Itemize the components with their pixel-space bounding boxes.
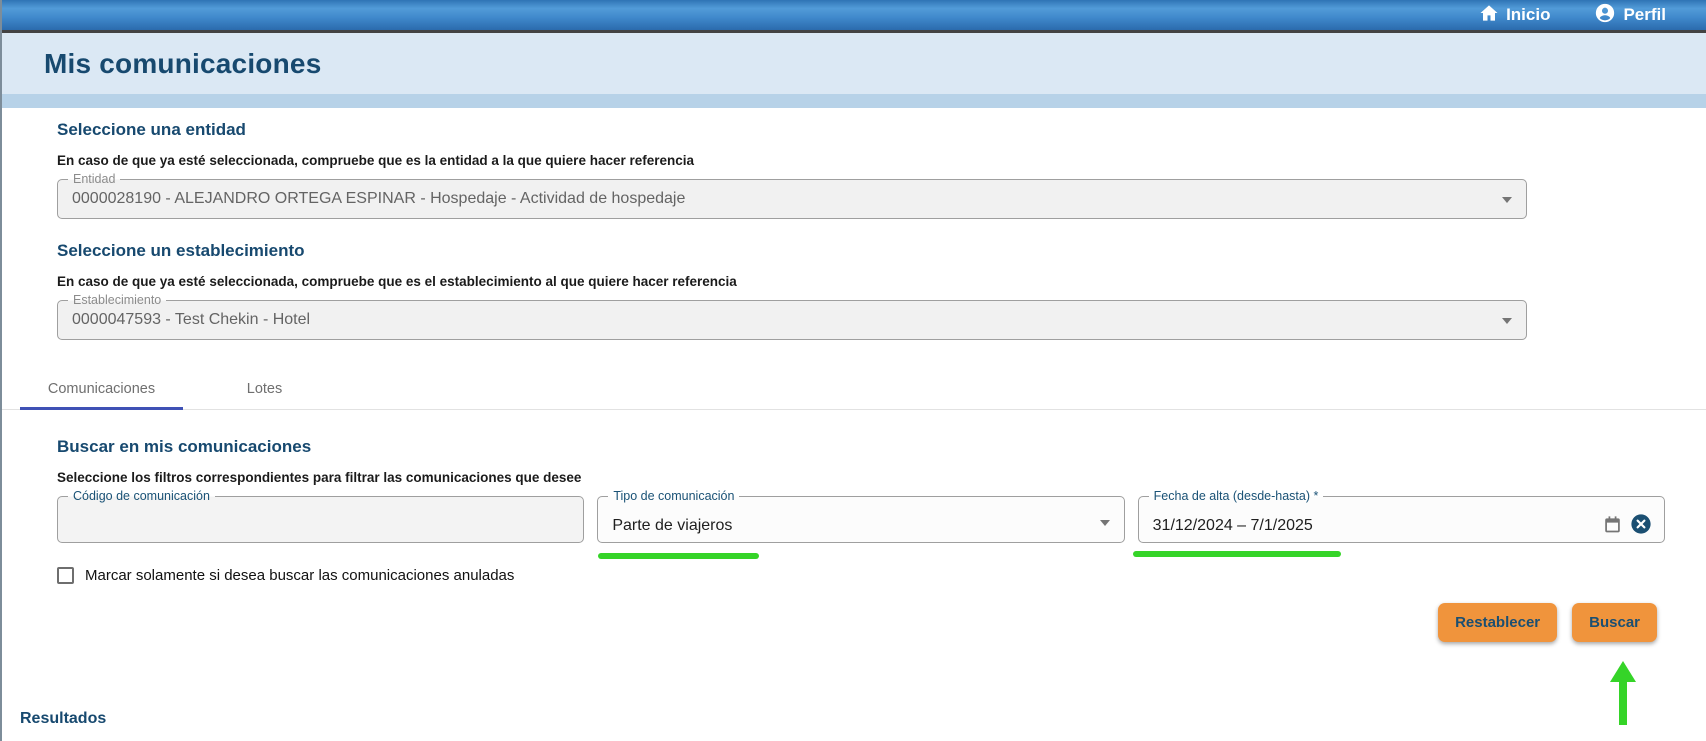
entity-select[interactable]: Entidad 0000028190 - ALEJANDRO ORTEGA ES… bbox=[57, 179, 1527, 219]
entity-section-title: Seleccione una entidad bbox=[57, 120, 1706, 140]
top-navbar: Inicio Perfil bbox=[2, 0, 1706, 33]
anuladas-checkbox-row: Marcar solamente si desea buscar las com… bbox=[57, 567, 1706, 584]
entity-select-value: 0000028190 - ALEJANDRO ORTEGA ESPINAR - … bbox=[58, 180, 1526, 218]
chevron-down-icon bbox=[1502, 197, 1512, 203]
action-buttons: Restablecer Buscar bbox=[57, 603, 1706, 642]
nav-perfil-label: Perfil bbox=[1623, 5, 1666, 25]
tipo-comunicacion-label: Tipo de comunicación bbox=[608, 488, 739, 505]
establishment-select-value: 0000047593 - Test Chekin - Hotel bbox=[58, 301, 1526, 339]
tab-comunicaciones[interactable]: Comunicaciones bbox=[20, 370, 183, 410]
tipo-comunicacion-select[interactable]: Tipo de comunicación Parte de viajeros bbox=[597, 496, 1124, 543]
nav-inicio-label: Inicio bbox=[1506, 5, 1550, 25]
restablecer-button[interactable]: Restablecer bbox=[1438, 603, 1557, 642]
header-strip bbox=[2, 94, 1706, 108]
chevron-down-icon bbox=[1100, 520, 1110, 526]
annotation-underline-fecha bbox=[1133, 551, 1341, 557]
establishment-select[interactable]: Establecimiento 0000047593 - Test Chekin… bbox=[57, 300, 1527, 340]
establishment-select-label: Establecimiento bbox=[68, 292, 166, 309]
tab-comunicaciones-label: Comunicaciones bbox=[48, 381, 155, 397]
codigo-comunicacion-label: Código de comunicación bbox=[68, 488, 215, 505]
codigo-comunicacion-input[interactable]: Código de comunicación bbox=[57, 496, 584, 543]
search-helper-text: Seleccione los filtros correspondientes … bbox=[57, 470, 1706, 485]
clear-circle-icon[interactable] bbox=[1630, 513, 1652, 535]
anuladas-checkbox-label: Marcar solamente si desea buscar las com… bbox=[85, 567, 514, 584]
annotation-arrow-buscar bbox=[1606, 661, 1640, 725]
nav-inicio[interactable]: Inicio bbox=[1479, 3, 1550, 28]
establishment-section-title: Seleccione un establecimiento bbox=[57, 241, 1706, 261]
page-title: Mis comunicaciones bbox=[44, 48, 321, 80]
entity-helper-text: En caso de que ya esté seleccionada, com… bbox=[57, 153, 1706, 168]
results-section-title: Resultados bbox=[20, 710, 106, 728]
search-section-title: Buscar en mis comunicaciones bbox=[57, 437, 1706, 457]
establishment-helper-text: En caso de que ya esté seleccionada, com… bbox=[57, 274, 1706, 289]
nav-perfil[interactable]: Perfil bbox=[1594, 2, 1666, 29]
tipo-comunicacion-value: Parte de viajeros bbox=[612, 517, 732, 535]
chevron-down-icon bbox=[1502, 318, 1512, 324]
tab-lotes[interactable]: Lotes bbox=[183, 370, 346, 410]
tab-lotes-label: Lotes bbox=[247, 381, 282, 397]
page: Inicio Perfil Mis comunicaciones Selecci… bbox=[0, 0, 1706, 741]
anuladas-checkbox[interactable] bbox=[57, 567, 74, 584]
buscar-button[interactable]: Buscar bbox=[1572, 603, 1657, 642]
entity-select-label: Entidad bbox=[68, 171, 120, 188]
page-header: Mis comunicaciones bbox=[2, 33, 1706, 94]
fecha-alta-label: Fecha de alta (desde-hasta) * bbox=[1149, 488, 1324, 505]
calendar-icon[interactable] bbox=[1603, 515, 1622, 534]
home-icon bbox=[1479, 3, 1499, 28]
profile-icon bbox=[1594, 2, 1616, 29]
tabs-bar: Comunicaciones Lotes bbox=[2, 370, 1706, 410]
filter-row: Código de comunicación Tipo de comunicac… bbox=[57, 496, 1665, 543]
fecha-alta-value: 31/12/2024 – 7/1/2025 bbox=[1153, 517, 1313, 535]
annotation-underline-tipo bbox=[598, 553, 759, 559]
fecha-alta-input[interactable]: Fecha de alta (desde-hasta) * 31/12/2024… bbox=[1138, 496, 1665, 543]
